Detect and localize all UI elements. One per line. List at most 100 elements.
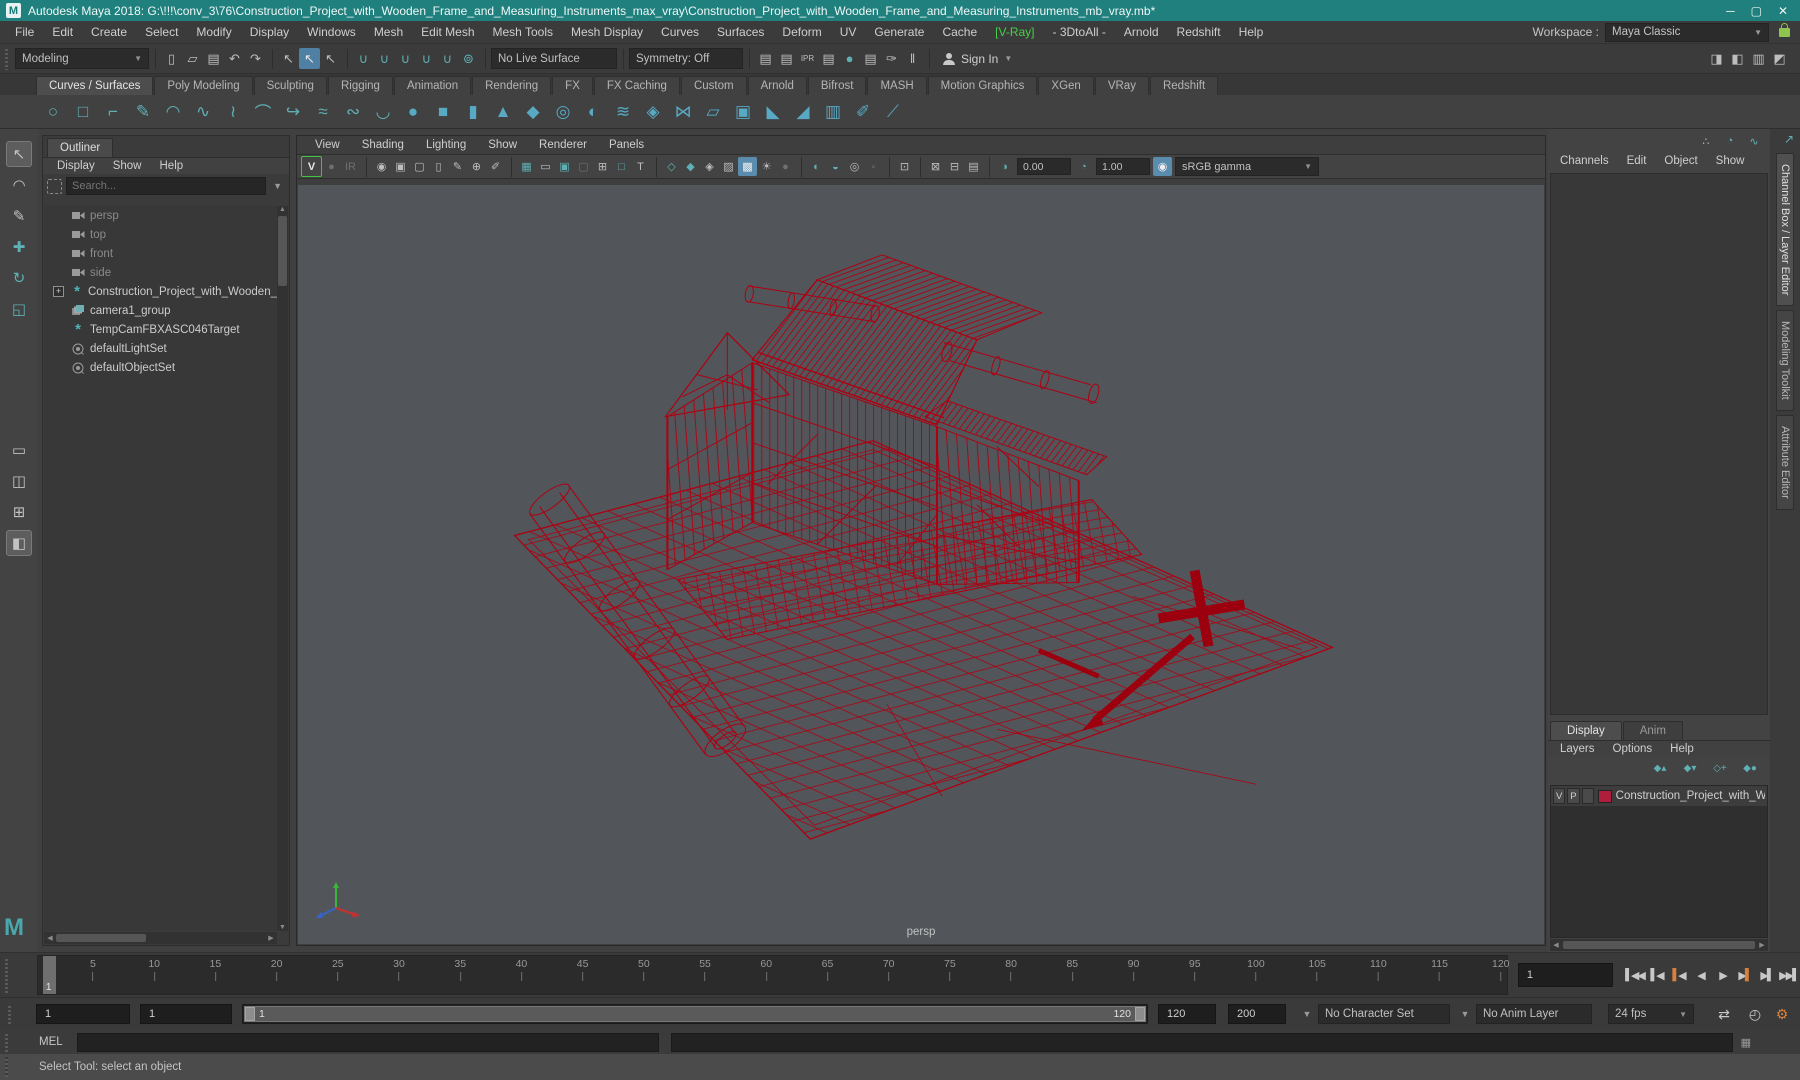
menu-file[interactable]: File [6, 25, 43, 39]
step-back-key-button[interactable]: ▌◀ [1669, 963, 1690, 987]
menu-deform[interactable]: Deform [773, 25, 830, 39]
time-slider[interactable]: 1 51015202530354045505560657075808590951… [37, 955, 1508, 995]
drag-handle[interactable] [3, 1057, 12, 1078]
layer-display-type-toggle[interactable] [1582, 788, 1594, 804]
boundary-icon[interactable]: ▱ [698, 97, 728, 127]
animation-preferences-icon[interactable]: ⚙ [1770, 1004, 1794, 1024]
gate-mask-icon[interactable]: ▢ [574, 157, 593, 176]
wireframe-display-icon[interactable]: ◇ [662, 157, 681, 176]
current-frame-field[interactable]: 1 [1518, 963, 1613, 987]
shelf-tab-rigging[interactable]: Rigging [328, 76, 393, 95]
shelf-tab-redshift[interactable]: Redshift [1150, 76, 1218, 95]
menu-cache[interactable]: Cache [933, 25, 986, 39]
resolution-gate-icon[interactable]: ▣ [555, 157, 574, 176]
shelf-tab-xgen[interactable]: XGen [1038, 76, 1093, 95]
menu-curves[interactable]: Curves [652, 25, 708, 39]
outliner-item-construction-project-with-wooden[interactable]: +*Construction_Project_with_Wooden_ [44, 282, 277, 301]
shelf-tab-mash[interactable]: MASH [867, 76, 926, 95]
outliner-item-camera1-group[interactable]: camera1_group [44, 301, 277, 320]
camera-attributes-icon[interactable]: ▢ [410, 157, 429, 176]
bookmark-icon[interactable]: ▯ [429, 157, 448, 176]
maximize-button[interactable]: ▢ [1751, 4, 1762, 18]
make-live-icon[interactable]: ⊚ [458, 48, 479, 69]
ipr-render-icon[interactable]: IPR [797, 48, 818, 69]
viewport-menu-renderer[interactable]: Renderer [529, 138, 597, 152]
three-point-arc-icon[interactable]: ◠ [158, 97, 188, 127]
shelf-tab-fx-caching[interactable]: FX Caching [594, 76, 680, 95]
command-input[interactable] [77, 1033, 659, 1052]
drag-handle[interactable] [3, 1032, 12, 1051]
field-chart-icon[interactable]: ⊞ [593, 157, 612, 176]
project-curve-icon[interactable]: ⟋ [878, 97, 908, 127]
layer-playback-toggle[interactable]: P [1567, 788, 1579, 804]
outliner-item-persp[interactable]: persp [44, 206, 277, 225]
layer-menu-options[interactable]: Options [1605, 743, 1661, 755]
open-render-view-icon[interactable]: ▤ [755, 48, 776, 69]
outliner-search-input[interactable] [66, 177, 266, 195]
menu-edit[interactable]: Edit [43, 25, 82, 39]
outliner-item-defaultobjectset[interactable]: defaultObjectSet [44, 358, 277, 377]
range-end-handle[interactable] [1135, 1007, 1145, 1021]
image-plane-icon[interactable]: ✎ [448, 157, 467, 176]
playback-loop-icon[interactable]: ⇄ [1712, 1004, 1736, 1024]
move-tool[interactable]: ✚ [6, 234, 32, 260]
drag-handle[interactable] [3, 47, 12, 70]
close-button[interactable]: ✕ [1778, 4, 1788, 18]
redo-icon[interactable]: ↷ [245, 48, 266, 69]
shelf-tab-animation[interactable]: Animation [394, 76, 471, 95]
gamma-field[interactable]: 1.00 [1096, 158, 1150, 175]
outliner-item-front[interactable]: front [44, 244, 277, 263]
menu-display[interactable]: Display [241, 25, 298, 39]
layout-persp-outliner-button[interactable]: ◧ [6, 530, 32, 556]
layer-visibility-toggle[interactable]: V [1553, 788, 1565, 804]
smooth-shade-icon[interactable]: ◆ [681, 157, 700, 176]
paint-effects-icon[interactable]: ✑ [881, 48, 902, 69]
color-management-select[interactable]: sRGB gamma▼ [1175, 157, 1319, 176]
drag-handle[interactable] [6, 1004, 15, 1024]
use-all-lights-icon[interactable]: ☀ [757, 157, 776, 176]
layer-menu-help[interactable]: Help [1662, 743, 1702, 755]
playback-start-field[interactable]: 1 [140, 1004, 232, 1024]
snap-to-projected-center-icon[interactable]: ∪ [416, 48, 437, 69]
menu-uv[interactable]: UV [831, 25, 866, 39]
outliner-item-side[interactable]: side [44, 263, 277, 282]
go-to-start-button[interactable]: ▌◀◀ [1625, 963, 1646, 987]
loft-icon[interactable]: ≋ [608, 97, 638, 127]
nurbs-plane-icon[interactable]: ◆ [518, 97, 548, 127]
snapshot-icon[interactable]: ▤ [964, 157, 983, 176]
nurbs-cube-icon[interactable]: ■ [428, 97, 458, 127]
select-component-mode-icon[interactable]: ↖ [320, 48, 341, 69]
shelf-tab-arnold[interactable]: Arnold [748, 76, 807, 95]
select-object-mode-icon[interactable]: ↖ [299, 48, 320, 69]
lasso-select-tool[interactable]: ◠ [6, 172, 32, 198]
menu-redshift[interactable]: Redshift [1168, 25, 1230, 39]
live-surface-field[interactable]: No Live Surface [491, 48, 617, 69]
textured-display-icon[interactable]: ▨ [719, 157, 738, 176]
safe-title-icon[interactable]: T [631, 157, 650, 176]
select-camera-icon[interactable]: ◉ [372, 157, 391, 176]
outliner-item-defaultlightset[interactable]: defaultLightSet [44, 339, 277, 358]
open-scene-icon[interactable]: ▱ [182, 48, 203, 69]
render-setup-icon[interactable]: ▤ [818, 48, 839, 69]
outliner-menu-show[interactable]: Show [105, 160, 150, 172]
layer-editor-tab-anim[interactable]: Anim [1623, 721, 1683, 740]
playback-end-field[interactable]: 120 [1158, 1004, 1216, 1024]
shadows-icon[interactable]: ● [776, 157, 795, 176]
outliner-search-dropdown-icon[interactable]: ▼ [270, 181, 285, 191]
cache-gauge-icon[interactable]: ◔ [1722, 133, 1738, 149]
layer-color-swatch[interactable] [1598, 790, 1612, 803]
insert-knot-icon[interactable]: ⌒ [248, 97, 278, 127]
toggle-attribute-editor-icon[interactable]: ◨ [1706, 48, 1727, 69]
command-language-toggle[interactable]: MEL [39, 1036, 63, 1048]
outliner-filter-icon[interactable] [47, 179, 62, 194]
lock-camera-icon[interactable]: ▣ [391, 157, 410, 176]
node-editor-icon[interactable]: ∴ [1698, 133, 1714, 149]
menu-surfaces[interactable]: Surfaces [708, 25, 773, 39]
anim-layer-menu-icon[interactable]: ▼ [1458, 1004, 1472, 1024]
animation-start-field[interactable]: 1 [36, 1004, 130, 1024]
extend-curve-icon[interactable]: ↪ [278, 97, 308, 127]
menu-mesh-tools[interactable]: Mesh Tools [484, 25, 562, 39]
new-scene-icon[interactable]: ▯ [161, 48, 182, 69]
contrast-icon[interactable]: ◔ [1074, 157, 1093, 176]
range-slider[interactable]: 1 120 [242, 1004, 1148, 1024]
